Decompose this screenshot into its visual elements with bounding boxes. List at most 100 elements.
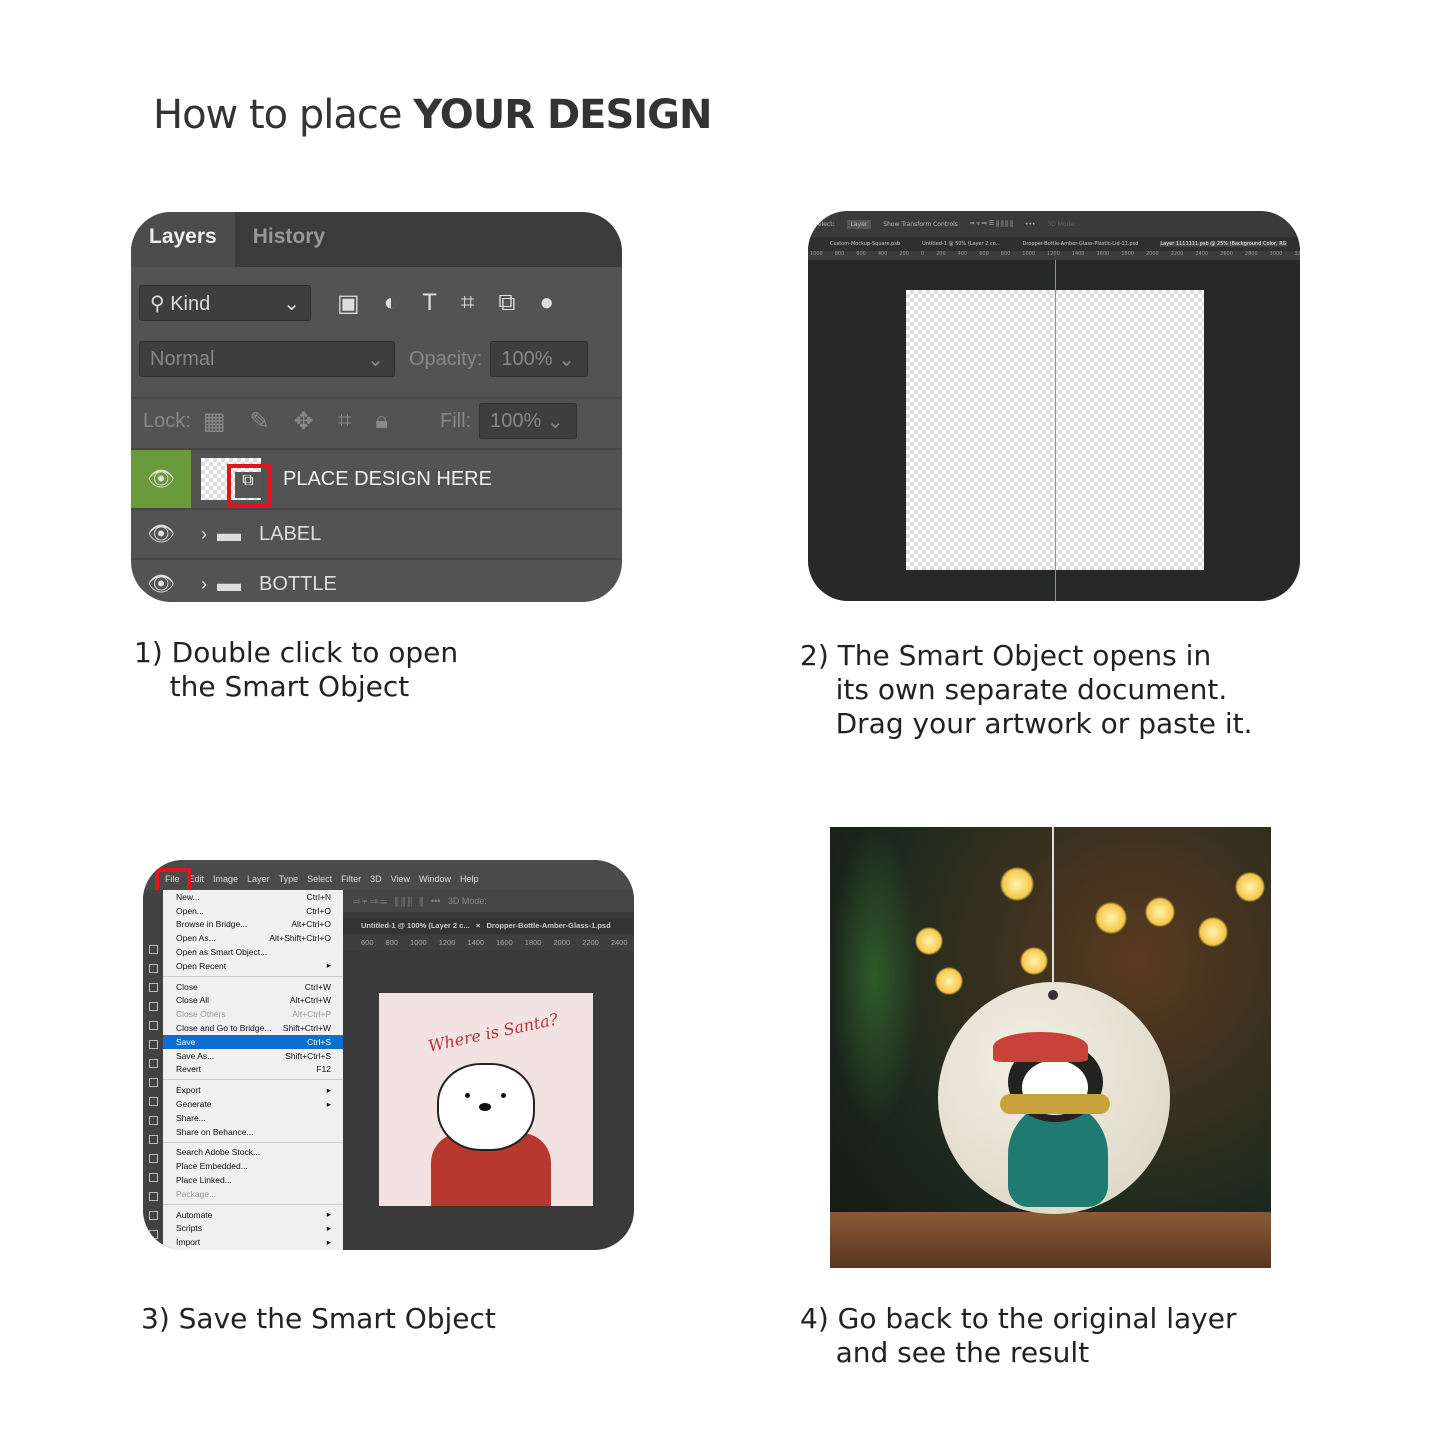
menu-item-open-as[interactable]: Open As... Alt+Shift+Ctrl+O <box>163 931 343 945</box>
tool-eyedropper-icon[interactable] <box>149 1059 158 1068</box>
doc-tab[interactable]: Untitled-1 @ 100% (Layer 2 c... <box>361 921 470 930</box>
menu-item-generate[interactable]: Generate ▸ <box>163 1097 343 1111</box>
ruler-tick: 200 <box>936 251 946 257</box>
tool-healing-icon[interactable] <box>149 1078 158 1087</box>
ruler-tick: 1800 <box>1121 251 1134 257</box>
lock-position-icon[interactable]: ✥ <box>294 407 314 436</box>
tab-history[interactable]: History <box>235 212 343 267</box>
lock-paint-icon[interactable]: ✎ <box>250 407 270 436</box>
lock-artboard-icon[interactable]: ⌗ <box>338 407 352 435</box>
menu-item-open[interactable]: Open... Ctrl+O <box>163 904 343 918</box>
image-filter-icon[interactable]: ▣ <box>337 289 360 318</box>
visibility-eye-icon[interactable]: 👁︎ <box>131 510 191 558</box>
menu-item-place-linked[interactable]: Place Linked... <box>163 1173 343 1187</box>
shape-filter-icon[interactable]: ⌗ <box>461 289 475 317</box>
lock-all-icon[interactable]: 🔒︎ <box>375 407 388 435</box>
menu-item-close-others[interactable]: Close Others Alt+Ctrl+P <box>163 1007 343 1021</box>
expand-chevron-icon[interactable]: › <box>201 524 207 545</box>
menu-item-import[interactable]: Import ▸ <box>163 1235 343 1249</box>
smart-object-document-screenshot: Select: Layer Show Transform Controls ⫤ … <box>808 211 1300 601</box>
menu-item-close[interactable]: Close Ctrl+W <box>163 980 343 994</box>
menu-filter[interactable]: Filter <box>341 874 361 884</box>
type-filter-icon[interactable]: T <box>422 289 437 317</box>
menu-item-open-as-smart-object[interactable]: Open as Smart Object... <box>163 945 343 959</box>
tool-lasso-icon[interactable] <box>149 983 158 992</box>
menu-type[interactable]: Type <box>279 874 299 884</box>
doc-tab[interactable]: Dropper-Bottle-Amber-Glass-1.psd <box>487 921 611 930</box>
doc-tab[interactable]: Dropper-Bottle-Amber-Glass-Plastic-Lid-1… <box>1023 241 1139 247</box>
menu-select[interactable]: Select <box>307 874 332 884</box>
file-menu: New... Ctrl+N Open... Ctrl+O Browse in Bridg… <box>163 890 343 1250</box>
menu-item-revert[interactable]: Revert F12 <box>163 1063 343 1077</box>
menu-item-shortcut: Alt+Ctrl+P <box>292 1009 331 1020</box>
menu-item-save-as[interactable]: Save As... Shift+Ctrl+S <box>163 1049 343 1063</box>
menu-item-search-adobe-stock[interactable]: Search Adobe Stock... <box>163 1146 343 1160</box>
menu-window[interactable]: Window <box>419 874 451 884</box>
menu-item-export[interactable]: Export ▸ <box>163 1083 343 1097</box>
select-dropdown[interactable]: Layer <box>846 219 872 229</box>
smart-object-filter-icon[interactable]: ⧉ <box>498 289 515 317</box>
ruler-tick: 200 <box>899 251 909 257</box>
menu-item-package[interactable]: Package... <box>163 1187 343 1201</box>
menu-item-label: Close and Go to Bridge... <box>176 1023 272 1034</box>
horizontal-ruler: 600 800 1000 1200 1400 1600 1800 2000 2200 2400 <box>343 936 634 950</box>
menu-help[interactable]: Help <box>460 874 479 884</box>
menu-item-close-and-go-to-bridge[interactable]: Close and Go to Bridge... Shift+Ctrl+W <box>163 1021 343 1035</box>
layer-row-bottle[interactable]: 👁︎ › ▬ BOTTLE <box>131 558 622 602</box>
menu-item-share-on-behance[interactable]: Share on Behance... <box>163 1125 343 1139</box>
menu-image[interactable]: Image <box>213 874 238 884</box>
menu-item-new[interactable]: New... Ctrl+N <box>163 890 343 904</box>
layer-row-place-design[interactable]: 👁︎ ⧉ PLACE DESIGN HERE <box>131 448 622 508</box>
tool-zoom-icon[interactable] <box>149 1211 158 1220</box>
tool-brush-icon[interactable] <box>149 1097 158 1106</box>
visibility-eye-icon[interactable]: 👁︎ <box>131 450 191 508</box>
lock-transparent-icon[interactable]: ▦ <box>203 407 226 436</box>
menu-item-share[interactable]: Share... <box>163 1111 343 1125</box>
menu-view[interactable]: View <box>391 874 410 884</box>
menu-item-label: Automate <box>176 1209 213 1220</box>
tool-gradient-icon[interactable] <box>149 1173 158 1182</box>
layer-row-label[interactable]: 👁︎ › ▬ LABEL <box>131 508 622 558</box>
opacity-input[interactable]: 100% ⌄ <box>490 341 589 377</box>
fill-label: Fill: <box>440 409 472 432</box>
tool-marquee-icon[interactable] <box>149 964 158 973</box>
tool-quick-select-icon[interactable] <box>149 1002 158 1011</box>
expand-chevron-icon[interactable]: › <box>201 574 207 595</box>
tool-history-brush-icon[interactable] <box>149 1135 158 1144</box>
menu-item-scripts[interactable]: Scripts ▸ <box>163 1222 343 1236</box>
menu-item-close-all[interactable]: Close All Alt+Ctrl+W <box>163 994 343 1008</box>
more-icon[interactable]: ••• <box>1025 221 1036 228</box>
tool-move-icon[interactable] <box>149 945 158 954</box>
tab-layers[interactable]: Layers <box>131 212 235 267</box>
menu-item-label: Search Adobe Stock... <box>176 1147 261 1158</box>
menu-item-automate[interactable]: Automate ▸ <box>163 1208 343 1222</box>
blend-mode-select[interactable]: Normal ⌄ <box>139 341 395 377</box>
menu-item-open-recent[interactable]: Open Recent ▸ <box>163 959 343 973</box>
tool-stamp-icon[interactable] <box>149 1116 158 1125</box>
result-photo <box>830 827 1271 1268</box>
adjustment-filter-icon[interactable]: ◐ <box>384 289 399 317</box>
menu-item-shortcut: ▸ <box>326 1222 331 1233</box>
menu-item-save[interactable]: Save Ctrl+S <box>163 1034 343 1049</box>
tool-frame-icon[interactable] <box>149 1040 158 1049</box>
doc-tab[interactable]: Custom-Mockup-Square.psb <box>830 241 900 247</box>
filter-kind-select[interactable]: ⚲ Kind ⌄ <box>139 285 311 321</box>
menu-layer[interactable]: Layer <box>247 874 270 884</box>
show-transform-checkbox[interactable]: Show Transform Controls <box>883 221 958 228</box>
fill-input[interactable]: 100% ⌄ <box>479 403 578 439</box>
filter-toggle-icon[interactable]: ● <box>540 289 555 317</box>
tool-crop-icon[interactable] <box>149 1021 158 1030</box>
menu-item-label: Close <box>176 981 198 992</box>
doc-tab[interactable]: Untitled-1 @ 50% (Layer 2 co... <box>922 241 1000 247</box>
tool-smudge-icon[interactable] <box>149 1192 158 1201</box>
tool-pen-icon[interactable] <box>149 1230 158 1239</box>
artwork-canvas[interactable]: Where is Santa? <box>379 993 593 1206</box>
menu-item-place-embedded[interactable]: Place Embedded... <box>163 1159 343 1173</box>
menu-item-browse-in-bridge[interactable]: Browse in Bridge... Alt+Ctrl+O <box>163 918 343 932</box>
tool-eraser-icon[interactable] <box>149 1154 158 1163</box>
doc-tab-active[interactable]: Layer 1111111.psb @ 25% (Background Colo… <box>1160 241 1287 247</box>
ruler-tick: 1800 <box>524 938 542 947</box>
visibility-eye-icon[interactable]: 👁︎ <box>131 560 191 602</box>
align-icons[interactable]: ⫤ ⫧ ⫥ ☰ ⫼ ⫼ ⫼ ⫼ <box>970 220 1013 228</box>
menu-3d[interactable]: 3D <box>370 874 382 884</box>
